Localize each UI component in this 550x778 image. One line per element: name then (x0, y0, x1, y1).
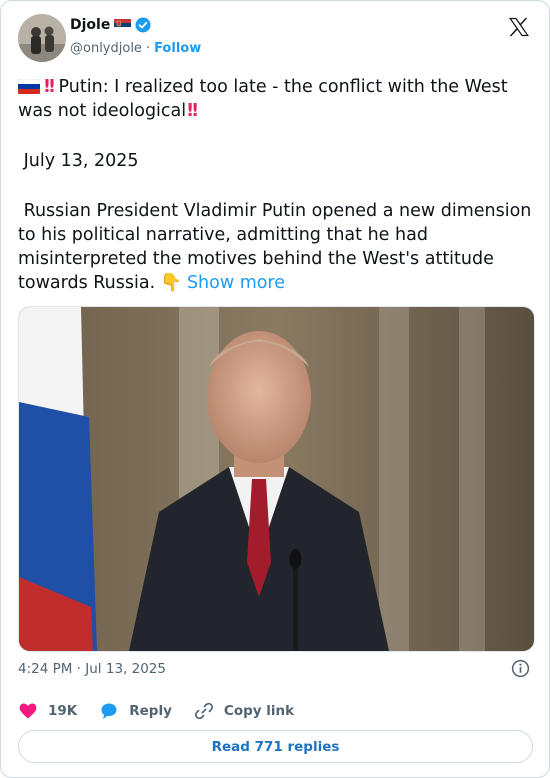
post-date-line: July 13, 2025 (18, 149, 534, 173)
follow-button[interactable]: Follow (154, 41, 201, 56)
author-name-row: Djole (70, 17, 151, 33)
heart-icon (19, 703, 37, 719)
post-timestamp[interactable]: 4:24 PM · Jul 13, 2025 (18, 661, 166, 677)
copy-link-button[interactable]: Copy link (194, 701, 294, 721)
headline-text: Putin: I realized too late - the conflic… (18, 77, 508, 121)
show-more-link[interactable]: Show more (187, 273, 285, 293)
serbia-flag-icon (114, 19, 132, 31)
double-exclamation-icon: !! (43, 77, 56, 97)
pointing-down-icon: 👇 (160, 273, 182, 293)
photo-image (19, 307, 534, 651)
reply-icon (101, 703, 117, 719)
post-photo[interactable] (18, 306, 535, 652)
reply-button[interactable]: Reply (99, 701, 172, 721)
author-name[interactable]: Djole (70, 17, 110, 33)
russia-flag-icon (18, 79, 40, 94)
post-text: !! Putin: I realized too late - the conf… (18, 75, 534, 295)
date-text: July 13, 2025 (23, 151, 139, 171)
verified-badge-icon (135, 17, 151, 33)
link-icon (194, 702, 213, 720)
x-logo-icon[interactable] (508, 17, 530, 37)
author-handle[interactable]: @onlydjole (70, 41, 142, 56)
author-handle-row: @onlydjole · Follow (70, 41, 201, 56)
avatar-image (18, 14, 66, 62)
read-replies-button[interactable]: Read 771 replies (18, 730, 533, 763)
embedded-post-card: Djole @onlydjole · Follow !! Putin: I re… (0, 0, 550, 778)
post-headline: !! Putin: I realized too late - the conf… (18, 75, 534, 123)
post-body: Russian President Vladimir Putin opened … (18, 199, 534, 295)
separator-dot: · (145, 41, 151, 56)
like-count: 19K (48, 703, 78, 719)
reply-label: Reply (129, 703, 172, 719)
double-exclamation-icon: !! (186, 101, 199, 121)
copy-link-label: Copy link (223, 703, 295, 719)
avatar[interactable] (18, 14, 66, 62)
info-icon[interactable] (511, 659, 530, 678)
like-button[interactable]: 19K (18, 701, 77, 721)
action-bar: 19K Reply Copy link (18, 699, 316, 723)
